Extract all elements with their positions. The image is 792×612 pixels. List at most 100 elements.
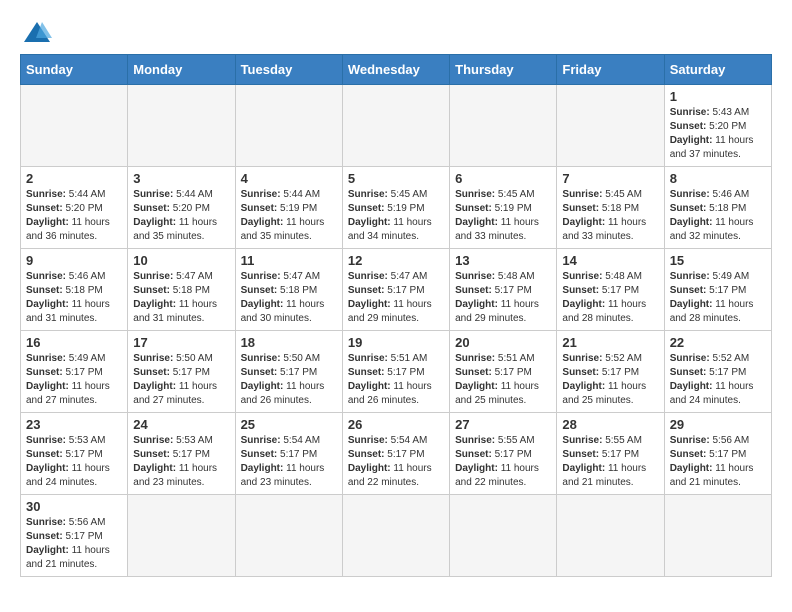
weekday-header-tuesday: Tuesday [235, 55, 342, 85]
calendar-cell [128, 85, 235, 167]
day-info-label: Sunset: [348, 203, 387, 214]
day-info-label: Daylight: [455, 381, 501, 392]
weekday-header-sunday: Sunday [21, 55, 128, 85]
day-info-value: 5:19 PM [280, 203, 317, 214]
day-info-value: 5:18 PM [65, 285, 102, 296]
day-info-label: Sunrise: [26, 353, 69, 364]
day-info-label: Daylight: [562, 381, 608, 392]
day-info-value: 5:19 PM [387, 203, 424, 214]
calendar-cell [128, 495, 235, 577]
day-info-value: 5:17 PM [280, 449, 317, 460]
calendar-cell: 26Sunrise: 5:54 AMSunset: 5:17 PMDayligh… [342, 413, 449, 495]
day-info-label: Daylight: [455, 463, 501, 474]
day-number: 20 [455, 335, 551, 350]
day-info-label: Sunset: [241, 285, 280, 296]
day-info-value: 5:19 PM [495, 203, 532, 214]
day-info-value: 5:17 PM [495, 285, 532, 296]
day-info-label: Sunset: [455, 449, 494, 460]
header [20, 20, 772, 44]
logo-icon [22, 20, 52, 44]
day-info-label: Sunset: [133, 203, 172, 214]
calendar-cell [342, 85, 449, 167]
day-info-value: 5:44 AM [176, 189, 213, 200]
day-info-value: 5:47 AM [283, 271, 320, 282]
calendar-cell [557, 85, 664, 167]
day-info-label: Daylight: [455, 299, 501, 310]
day-info-value: 5:18 PM [709, 203, 746, 214]
calendar-cell: 8Sunrise: 5:46 AMSunset: 5:18 PMDaylight… [664, 167, 771, 249]
day-info-value: 5:51 AM [498, 353, 535, 364]
day-info-value: 5:17 PM [709, 367, 746, 378]
day-info-value: 5:17 PM [709, 285, 746, 296]
day-info-value: 5:54 AM [391, 435, 428, 446]
day-number: 17 [133, 335, 229, 350]
day-number: 29 [670, 417, 766, 432]
day-info-label: Sunrise: [26, 435, 69, 446]
day-info-label: Daylight: [241, 463, 287, 474]
day-info-label: Sunrise: [133, 435, 176, 446]
day-number: 5 [348, 171, 444, 186]
calendar-cell: 5Sunrise: 5:45 AMSunset: 5:19 PMDaylight… [342, 167, 449, 249]
day-info-value: 5:20 PM [173, 203, 210, 214]
day-info-label: Daylight: [670, 381, 716, 392]
day-info-value: 5:48 AM [605, 271, 642, 282]
day-info-label: Daylight: [26, 299, 72, 310]
day-info-label: Daylight: [455, 217, 501, 228]
day-info-value: 5:17 PM [709, 449, 746, 460]
weekday-header-friday: Friday [557, 55, 664, 85]
day-info-value: 5:18 PM [280, 285, 317, 296]
day-info-label: Sunrise: [241, 271, 284, 282]
weekday-header-monday: Monday [128, 55, 235, 85]
calendar-table: SundayMondayTuesdayWednesdayThursdayFrid… [20, 54, 772, 577]
day-info-label: Daylight: [670, 463, 716, 474]
day-info-value: 5:49 AM [69, 353, 106, 364]
day-info-label: Daylight: [133, 463, 179, 474]
day-info-label: Sunrise: [455, 189, 498, 200]
weekday-header-saturday: Saturday [664, 55, 771, 85]
day-info-label: Daylight: [348, 463, 394, 474]
day-info-label: Sunset: [562, 449, 601, 460]
day-info-label: Sunset: [241, 203, 280, 214]
day-info-label: Daylight: [241, 381, 287, 392]
day-info-value: 5:47 AM [176, 271, 213, 282]
day-info-label: Sunset: [455, 203, 494, 214]
day-info-label: Daylight: [670, 217, 716, 228]
day-info-label: Daylight: [670, 299, 716, 310]
day-info-label: Sunrise: [670, 189, 713, 200]
day-info-label: Daylight: [348, 299, 394, 310]
day-info-label: Sunrise: [670, 353, 713, 364]
day-info-label: Sunrise: [562, 353, 605, 364]
day-info-label: Sunrise: [133, 353, 176, 364]
day-number: 22 [670, 335, 766, 350]
calendar-cell: 24Sunrise: 5:53 AMSunset: 5:17 PMDayligh… [128, 413, 235, 495]
day-info-value: 5:46 AM [712, 189, 749, 200]
calendar-cell: 12Sunrise: 5:47 AMSunset: 5:17 PMDayligh… [342, 249, 449, 331]
calendar-cell [664, 495, 771, 577]
day-info-value: 5:54 AM [283, 435, 320, 446]
day-info-label: Sunrise: [562, 189, 605, 200]
calendar-cell: 20Sunrise: 5:51 AMSunset: 5:17 PMDayligh… [450, 331, 557, 413]
day-info-label: Daylight: [26, 217, 72, 228]
day-info-value: 5:20 PM [65, 203, 102, 214]
day-number: 11 [241, 253, 337, 268]
day-info-value: 5:44 AM [283, 189, 320, 200]
day-info-label: Sunset: [26, 531, 65, 542]
day-info-value: 5:17 PM [173, 449, 210, 460]
day-info-label: Daylight: [133, 299, 179, 310]
calendar-cell: 4Sunrise: 5:44 AMSunset: 5:19 PMDaylight… [235, 167, 342, 249]
week-row-5: 23Sunrise: 5:53 AMSunset: 5:17 PMDayligh… [21, 413, 772, 495]
day-info-label: Daylight: [348, 381, 394, 392]
calendar-cell: 6Sunrise: 5:45 AMSunset: 5:19 PMDaylight… [450, 167, 557, 249]
week-row-3: 9Sunrise: 5:46 AMSunset: 5:18 PMDaylight… [21, 249, 772, 331]
day-number: 19 [348, 335, 444, 350]
day-number: 25 [241, 417, 337, 432]
day-info-label: Daylight: [133, 217, 179, 228]
calendar-cell: 2Sunrise: 5:44 AMSunset: 5:20 PMDaylight… [21, 167, 128, 249]
day-number: 4 [241, 171, 337, 186]
day-info-value: 5:52 AM [605, 353, 642, 364]
day-info-value: 5:20 PM [709, 121, 746, 132]
day-number: 12 [348, 253, 444, 268]
calendar-cell: 7Sunrise: 5:45 AMSunset: 5:18 PMDaylight… [557, 167, 664, 249]
day-number: 24 [133, 417, 229, 432]
day-info-label: Sunrise: [455, 271, 498, 282]
